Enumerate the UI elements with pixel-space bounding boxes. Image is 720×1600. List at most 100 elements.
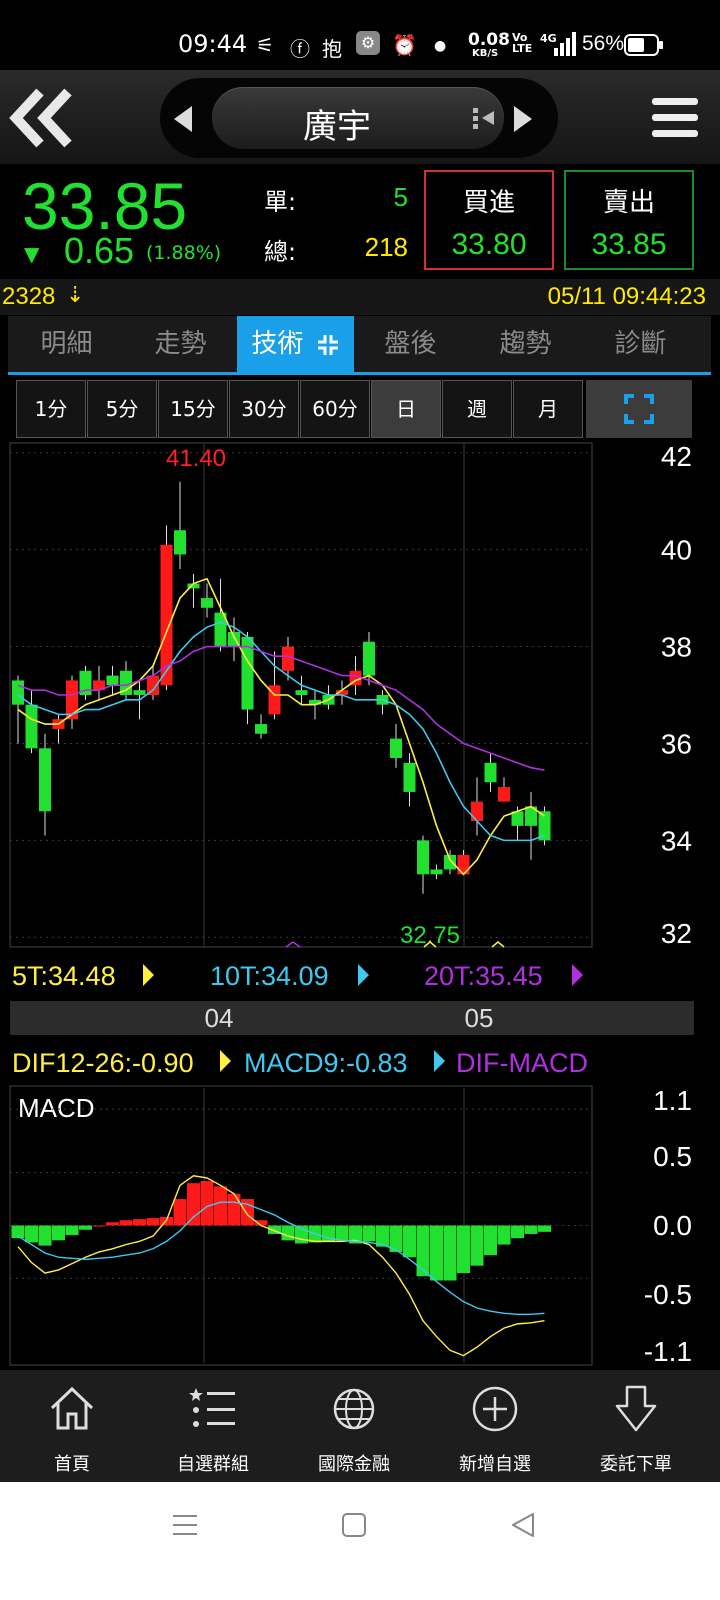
stock-name: 廣宇: [303, 107, 371, 147]
tab-after-hours[interactable]: 盤後: [352, 316, 469, 372]
down-arrow-icon: ▼: [24, 242, 40, 266]
macd-histogram-bar: [511, 1225, 524, 1239]
nav-home[interactable]: 首頁: [0, 1370, 144, 1482]
status-bar: 09:44 ⚟ ⓕ 抱 ⚙ ⏰ ● 0.08 KB/S Vo LTE 4G 56…: [0, 0, 720, 70]
candle-body: [444, 854, 456, 870]
interval-day[interactable]: 日: [371, 380, 441, 438]
macd-histogram-bar: [416, 1225, 430, 1277]
price-change-percent: (1.88%): [146, 242, 222, 264]
macd-histogram-bar: [173, 1199, 187, 1226]
candle-body: [403, 762, 416, 792]
app-header: 廣宇: [0, 70, 720, 164]
nav-add-watchlist-label: 新增自選: [459, 1454, 531, 1475]
alarm-icon: ⏰: [392, 33, 417, 57]
macd-histogram-bar: [25, 1225, 38, 1243]
legend-ma20: 20T:35.45: [424, 961, 543, 991]
candle-body: [498, 787, 510, 802]
x-tick-05: 05: [465, 1003, 494, 1033]
home-square-icon[interactable]: [341, 1512, 367, 1538]
single-volume-value: 5: [393, 182, 408, 212]
high-price-label: 41.40: [166, 445, 226, 472]
candle-body: [484, 762, 497, 783]
candle-body: [174, 530, 186, 555]
stock-selector: 廣宇: [160, 78, 558, 158]
volume-direction-icon: ⇣: [66, 283, 85, 308]
interval-week[interactable]: 週: [442, 380, 512, 438]
chart-area[interactable]: 42 40 38 36 34 32 41.40 32.75 5T:34.48 10T:34…: [0, 440, 720, 1370]
nav-international-finance[interactable]: 國際金融: [282, 1370, 426, 1482]
tab-details[interactable]: 明細: [8, 316, 125, 372]
macd-histogram-bar: [470, 1225, 484, 1266]
macd-histogram-bar: [227, 1193, 241, 1226]
interval-month[interactable]: 月: [513, 380, 583, 438]
back-triangle-icon[interactable]: [510, 1512, 536, 1538]
candle-body: [457, 854, 470, 875]
macd-y-tick: 0.5: [653, 1141, 692, 1172]
legend-dif-macd: DIF-MACD: [456, 1048, 588, 1078]
nav-add-watchlist[interactable]: 新增自選: [423, 1370, 567, 1482]
macd-histogram-bar: [133, 1219, 146, 1226]
sell-price: 33.85: [591, 228, 667, 261]
hamburger-menu-icon[interactable]: [652, 94, 698, 142]
nav-place-order[interactable]: 委託下單: [564, 1370, 708, 1482]
sell-label: 賣出: [602, 188, 655, 218]
interval-15min[interactable]: 15分: [158, 380, 228, 438]
net-unit: KB/S: [472, 48, 499, 59]
interval-5min[interactable]: 5分: [87, 380, 157, 438]
info-row: 2328 ⇣ 05/11 09:44:23: [0, 279, 720, 315]
technical-chart[interactable]: 42 40 38 36 34 32 41.40 32.75 5T:34.48 10T:34…: [0, 440, 720, 1370]
back-double-chevron-icon[interactable]: [8, 86, 78, 150]
nav-place-order-label: 委託下單: [600, 1454, 672, 1475]
candle-body: [430, 869, 443, 875]
app-icon: 抱: [322, 37, 342, 61]
tab-tendency[interactable]: 趨勢: [467, 316, 584, 372]
total-volume-value: 218: [364, 232, 408, 262]
system-navigation-bar: [0, 1482, 720, 1600]
tab-bar: 明細 走勢 技術 盤後 趨勢 診斷: [8, 316, 711, 375]
nav-international-finance-label: 國際金融: [318, 1454, 390, 1475]
recent-apps-icon[interactable]: [172, 1512, 198, 1538]
quote-datetime: 05/11 09:44:23: [547, 283, 706, 310]
macd-histogram-bar: [484, 1225, 497, 1256]
legend-dif: DIF12-26:-0.90: [12, 1048, 194, 1078]
buy-label: 買進: [462, 188, 515, 218]
macd-histogram-bar: [200, 1181, 214, 1226]
macd-histogram-bar: [538, 1225, 551, 1232]
quote-panel: 33.85 ▼ 0.65 (1.88%) 單: 5 總: 218 買進 33.8…: [0, 164, 720, 278]
interval-1min[interactable]: 1分: [16, 380, 86, 438]
macd-histogram-bar: [52, 1225, 65, 1241]
fullscreen-button[interactable]: [586, 380, 692, 438]
macd-histogram-bar: [92, 1225, 106, 1227]
legend-dif-arrow-icon: [220, 1050, 231, 1072]
tab-diagnosis[interactable]: 診斷: [582, 316, 699, 372]
candle-body: [133, 690, 146, 695]
app-notification-icon: ⚟: [256, 33, 274, 57]
interval-60min[interactable]: 60分: [300, 380, 370, 438]
interval-30min[interactable]: 30分: [229, 380, 299, 438]
price-y-tick: 40: [661, 535, 692, 566]
macd-histogram-bar: [362, 1225, 376, 1242]
macd-y-tick: 1.1: [653, 1085, 692, 1116]
macd-histogram-bar: [430, 1225, 443, 1281]
candle-body: [39, 748, 51, 812]
candle-body: [390, 738, 402, 758]
tab-technical[interactable]: 技術: [237, 316, 354, 372]
stock-name-pill[interactable]: 廣宇: [212, 87, 504, 149]
macd-histogram-bar: [214, 1186, 227, 1226]
macd-histogram-bar: [443, 1225, 457, 1281]
x-tick-04: 04: [205, 1003, 234, 1033]
candle-body: [282, 646, 294, 671]
prev-stock-icon[interactable]: [172, 104, 194, 134]
candle-body: [12, 680, 24, 705]
macd-y-tick: -0.5: [644, 1279, 692, 1310]
switch-handle-icon[interactable]: [470, 105, 496, 131]
net-speed: 0.08: [468, 30, 510, 50]
sell-button[interactable]: 賣出 33.85: [564, 170, 694, 270]
macd-histogram-bar: [335, 1225, 349, 1241]
next-stock-icon[interactable]: [512, 104, 534, 134]
macd-histogram-bar: [497, 1225, 511, 1245]
tab-trend[interactable]: 走勢: [122, 316, 239, 372]
nav-watchlist-groups[interactable]: 自選群組: [141, 1370, 285, 1482]
nav-home-label: 首頁: [54, 1454, 90, 1475]
buy-button[interactable]: 買進 33.80: [424, 170, 554, 270]
